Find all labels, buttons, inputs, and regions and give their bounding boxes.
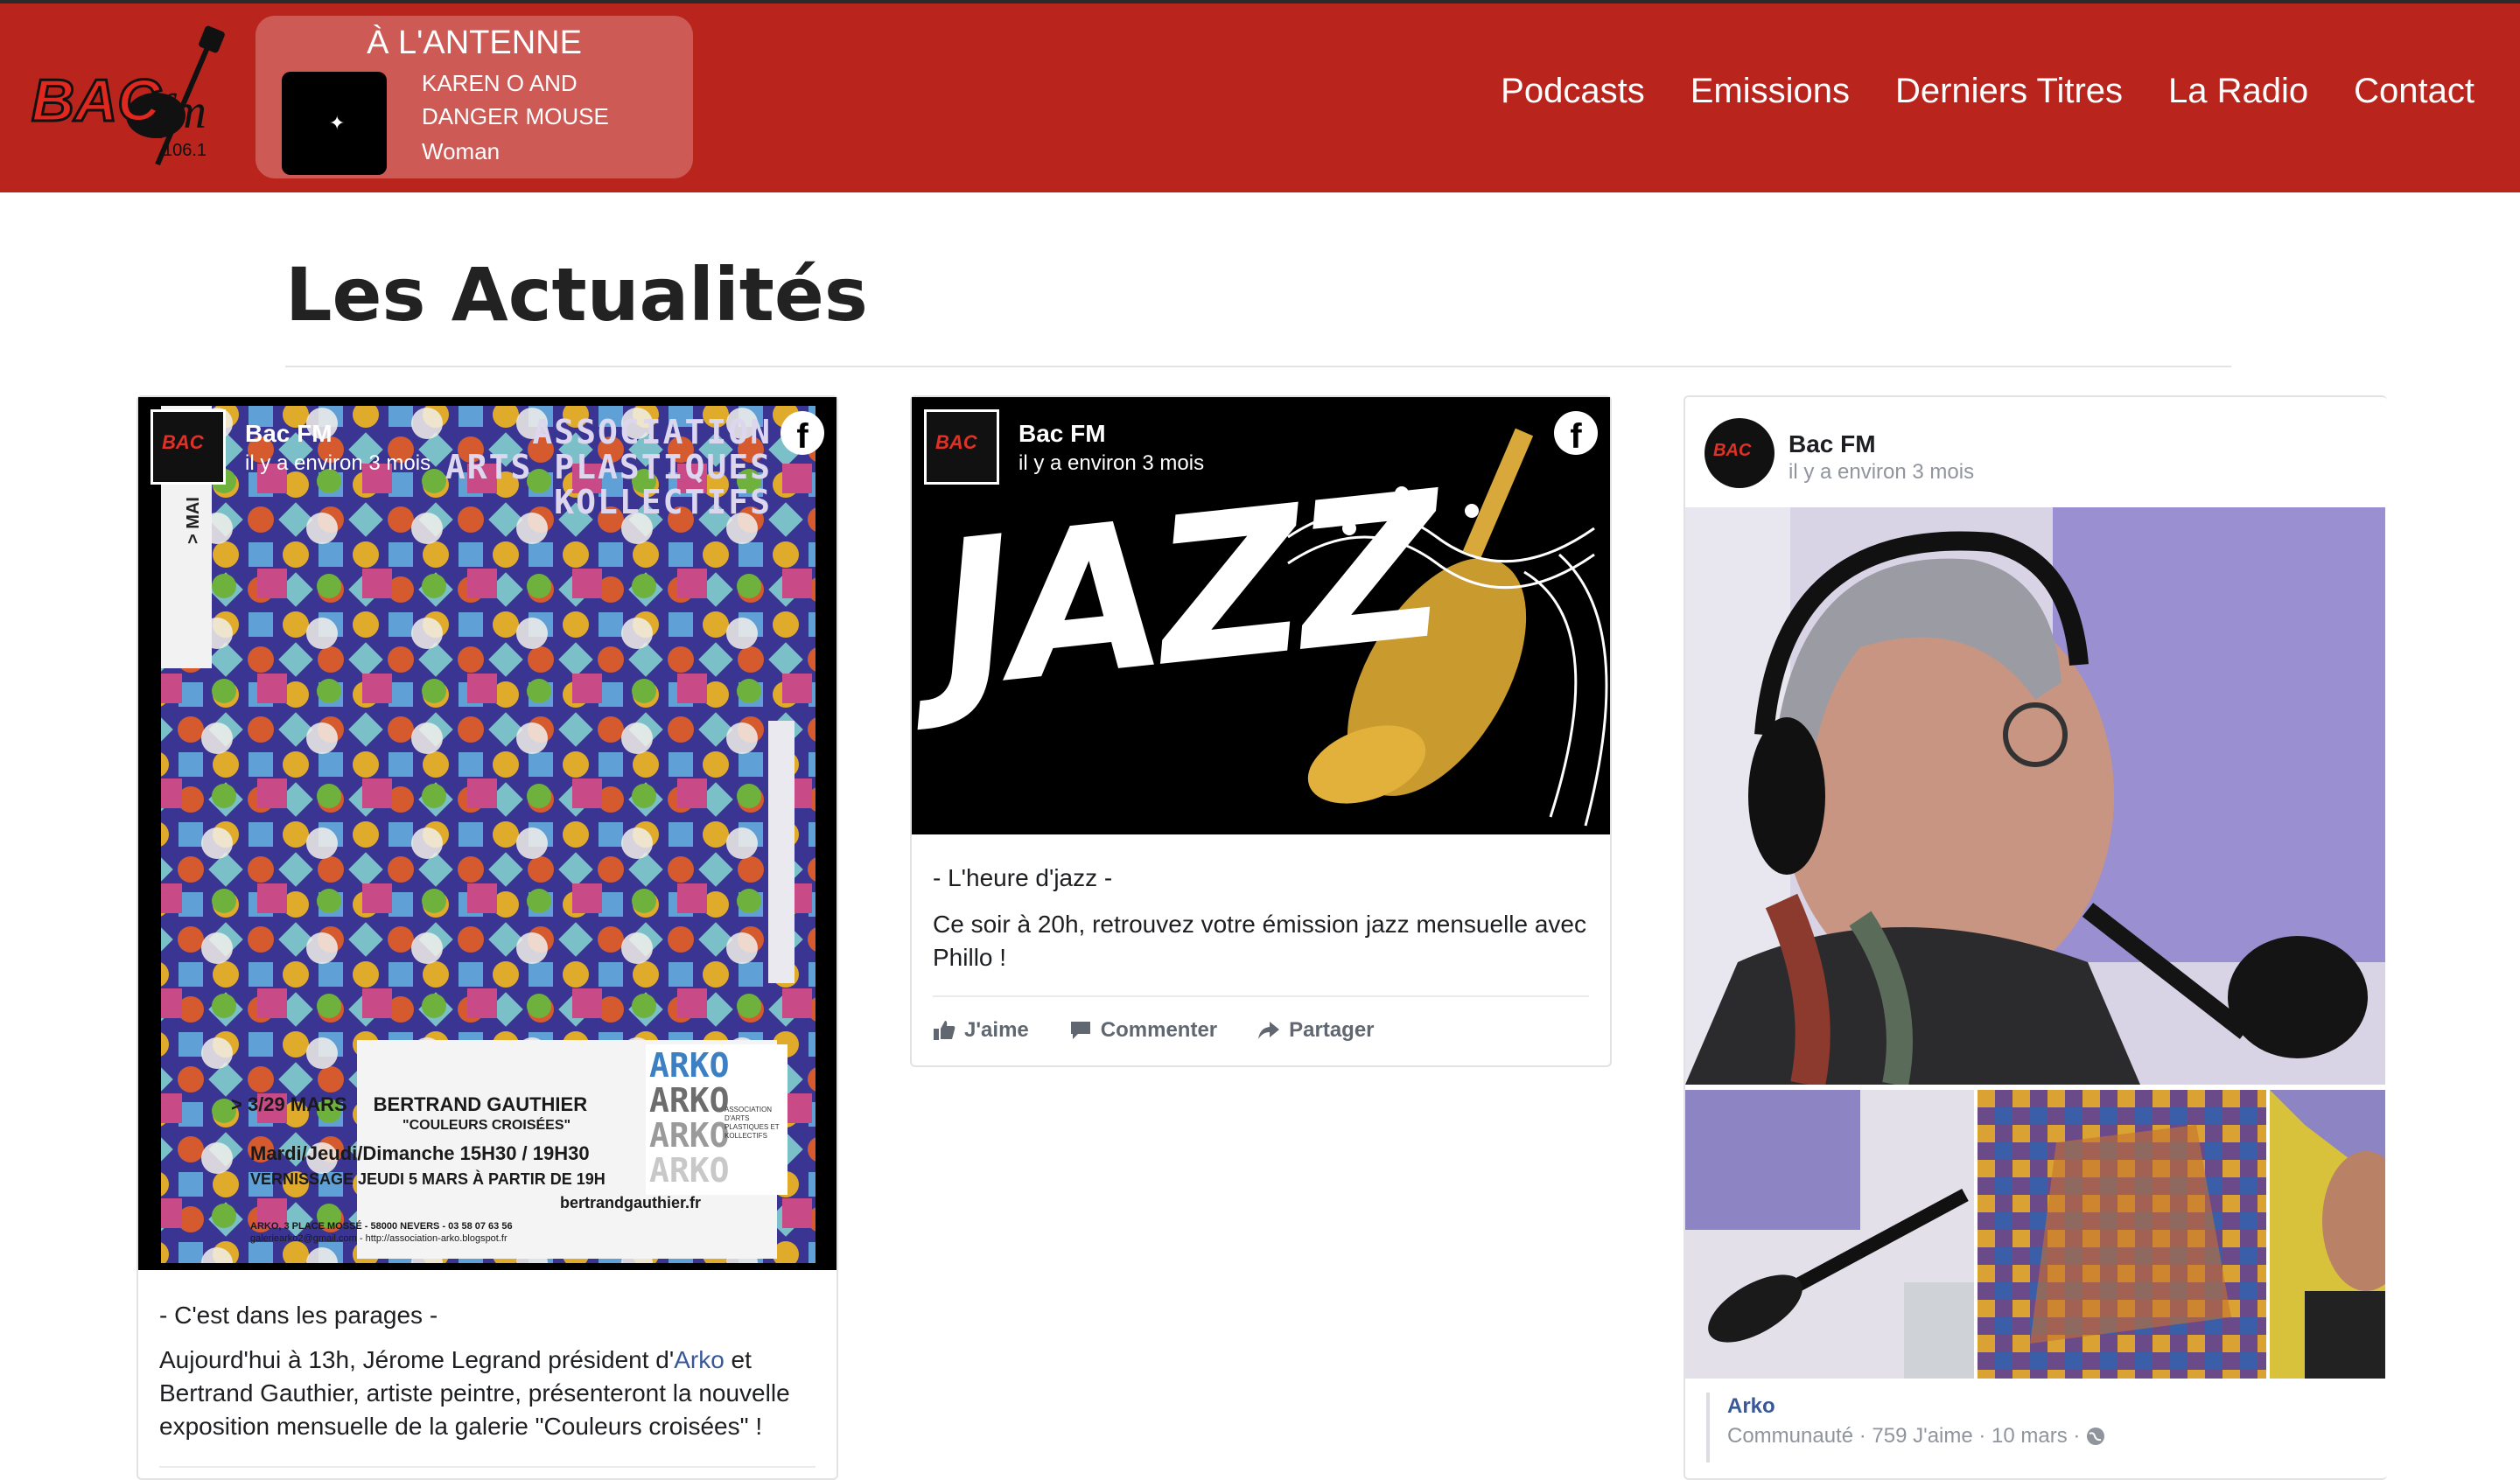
poster-kollectifs-line: KOLLECTIFS	[554, 483, 772, 521]
poster-dates: > 3/29 MARS	[231, 1093, 347, 1115]
post-card-photos: BAC Bac FM il y a environ 3 mois Arko Co…	[1684, 395, 2387, 1480]
post-actions-divider	[933, 995, 1589, 997]
page-avatar[interactable]: BAC	[924, 409, 999, 485]
poster-contact: galeriearko2@gmail.com - http://associat…	[250, 1233, 508, 1244]
cover-star-icon: ✦	[329, 112, 346, 134]
post-card-exposition: ASSOCIATION ARTS PLASTIQUES KOLLECTIFS >…	[136, 395, 838, 1480]
thumbs-up-icon	[934, 1021, 956, 1040]
on-air-song: Woman	[422, 138, 500, 164]
post-body: Aujourd'hui à 13h, Jérome Legrand présid…	[159, 1344, 807, 1443]
poster-expo-name: "COULEURS CROISÉES"	[402, 1118, 571, 1133]
shared-page-meta-text: Communauté · 759 J'aime · 10 mars ·	[1727, 1424, 2087, 1448]
poster-hours: Mardi/Jeudi/Dimanche 15H30 / 19H30	[250, 1142, 590, 1164]
bac-fm-logo[interactable]: BAC fm 106.1	[26, 24, 229, 171]
on-air-artist: KAREN O AND DANGER MOUSE	[422, 70, 609, 129]
nav-derniers-titres[interactable]: Derniers Titres	[1895, 72, 2123, 111]
post-tag: - L'heure d'jazz -	[933, 864, 1113, 891]
site-header: BAC fm 106.1 À L'ANTENNE ✦ KAREN O AND D…	[0, 3, 2520, 192]
post-image-jazz[interactable]: JAZZ	[912, 397, 1610, 834]
nav-podcasts[interactable]: Podcasts	[1501, 72, 1645, 111]
arko-link[interactable]: Arko	[674, 1346, 724, 1373]
page-title: Les Actualités	[285, 252, 868, 338]
page-avatar[interactable]: BAC	[150, 409, 226, 485]
nav-emissions[interactable]: Emissions	[1690, 72, 1850, 111]
poster-address: ARKO, 3 PLACE MOSSÉ - 58000 NEVERS - 03 …	[250, 1221, 513, 1232]
svg-text:BAC: BAC	[32, 67, 161, 134]
on-air-title: À L'ANTENNE	[367, 24, 582, 61]
comment-icon	[1070, 1022, 1090, 1039]
share-arrow-icon	[1258, 1022, 1280, 1039]
share-label: Partager	[1289, 1018, 1375, 1042]
nav-contact[interactable]: Contact	[2354, 72, 2474, 111]
post-body: Ce soir à 20h, retrouvez votre émission …	[933, 911, 1587, 971]
post-time[interactable]: il y a environ 3 mois	[1788, 460, 1974, 485]
like-label: J'aime	[964, 1018, 1029, 1042]
post-body-text: Aujourd'hui à 13h, Jérome Legrand présid…	[159, 1346, 675, 1373]
title-divider	[285, 366, 2231, 367]
post-actions: J'aime Commenter Partager	[933, 1018, 1375, 1043]
post-tag: - C'est dans les parages -	[159, 1302, 438, 1329]
page-avatar[interactable]: BAC	[1704, 418, 1774, 488]
comment-button[interactable]: Commenter	[1069, 1018, 1217, 1043]
post-time[interactable]: il y a environ 3 mois	[245, 451, 430, 476]
svg-text:fm: fm	[158, 85, 206, 139]
post-card-jazz: JAZZ BAC Bac FM il y a environ 3 mois f …	[910, 395, 1612, 1067]
facebook-icon[interactable]: f	[780, 411, 824, 455]
shared-page-name[interactable]: Arko	[1727, 1394, 1775, 1419]
on-air-widget[interactable]: À L'ANTENNE ✦ KAREN O AND DANGER MOUSE W…	[256, 16, 693, 178]
page-name[interactable]: Bac FM	[245, 420, 332, 448]
poster-side-tab: > MAI	[184, 497, 203, 544]
album-cover: ✦	[282, 72, 387, 175]
arko-word-1: ARKO	[649, 1046, 730, 1085]
nav-la-radio[interactable]: La Radio	[2168, 72, 2308, 111]
globe-icon	[2087, 1428, 2105, 1445]
shared-page-bar	[1706, 1393, 1710, 1463]
post-actions-divider	[159, 1466, 816, 1468]
poster-info: > 3/29 MARS BERTRAND GAUTHIER "COULEURS …	[231, 1093, 756, 1244]
poster-artist: BERTRAND GAUTHIER	[373, 1093, 588, 1115]
poster-website: bertrandgauthier.fr	[560, 1194, 702, 1211]
facebook-icon[interactable]: f	[1554, 411, 1598, 455]
poster-arts-line: ARTS PLASTIQUES	[444, 448, 772, 486]
post-time[interactable]: il y a environ 3 mois	[1018, 451, 1204, 476]
like-button[interactable]: J'aime	[933, 1018, 1029, 1043]
svg-text:106.1: 106.1	[163, 141, 206, 160]
share-button[interactable]: Partager	[1257, 1018, 1375, 1043]
shared-page-meta: Communauté · 759 J'aime · 10 mars ·	[1727, 1424, 2105, 1449]
comment-label: Commenter	[1100, 1018, 1218, 1042]
jazz-word: JAZZ	[927, 449, 1451, 735]
page-name[interactable]: Bac FM	[1018, 420, 1106, 448]
poster-association-line: ASSOCIATION	[532, 413, 772, 451]
photo-thumb-painting[interactable]	[1978, 1090, 2266, 1379]
photo-thumb-microphone[interactable]	[1685, 1090, 1974, 1379]
poster-vernissage: VERNISSAGE JEUDI 5 MARS À PARTIR DE 19H	[250, 1170, 606, 1188]
page-name[interactable]: Bac FM	[1788, 430, 1876, 458]
photo-thumb-portrait[interactable]	[2270, 1090, 2385, 1379]
main-navigation: Podcasts Emissions Derniers Titres La Ra…	[1501, 72, 2474, 111]
photo-main[interactable]	[1685, 507, 2385, 1085]
post-image-poster[interactable]: ASSOCIATION ARTS PLASTIQUES KOLLECTIFS >…	[138, 397, 836, 1270]
